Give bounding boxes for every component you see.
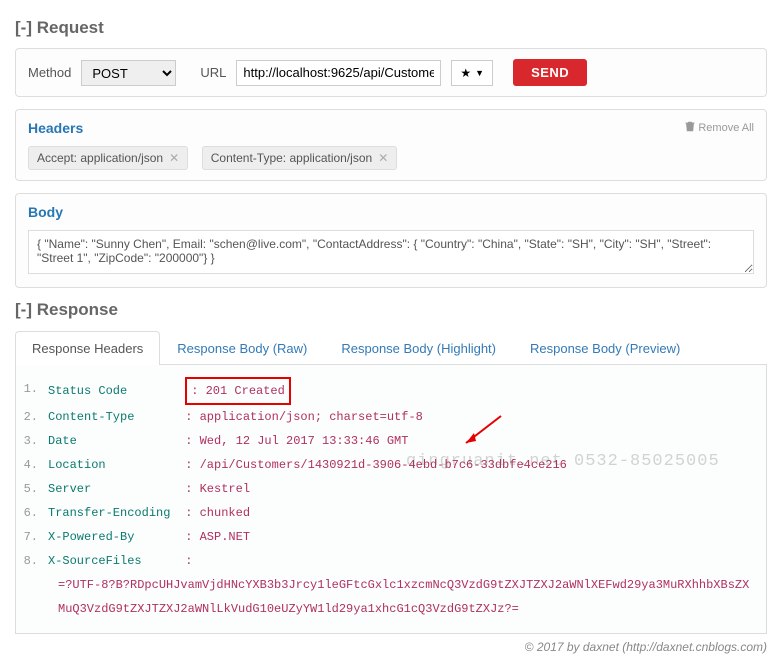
url-input[interactable]	[236, 60, 441, 86]
copyright-text: © 2017 by daxnet (http://daxnet.cnblogs.…	[15, 640, 767, 654]
send-button[interactable]: SEND	[513, 59, 587, 86]
body-panel: Body { "Name": "Sunny Chen", Email: "sch…	[15, 193, 767, 288]
response-collapse-toggle[interactable]: [-]	[15, 300, 32, 319]
tab-response-body-highlight[interactable]: Response Body (Highlight)	[324, 331, 513, 365]
headers-panel: Headers Remove All Accept: application/j…	[15, 109, 767, 181]
method-select[interactable]: POST	[81, 60, 176, 86]
response-section-title: [-] Response	[15, 300, 767, 320]
response-tabs: Response Headers Response Body (Raw) Res…	[15, 330, 767, 365]
body-textarea[interactable]: { "Name": "Sunny Chen", Email: "schen@li…	[28, 230, 754, 274]
headers-title: Headers	[28, 120, 83, 136]
method-label: Method	[28, 65, 71, 80]
response-header-line: 7.X-Powered-By : ASP.NET	[22, 525, 756, 549]
chevron-down-icon: ▼	[475, 68, 484, 78]
header-tag: Accept: application/json✕	[28, 146, 188, 170]
response-header-line: 1.Status Code : 201 Created	[22, 377, 756, 405]
response-header-line: 3.Date : Wed, 12 Jul 2017 13:33:46 GMT	[22, 429, 756, 453]
tab-response-body-preview[interactable]: Response Body (Preview)	[513, 331, 697, 365]
request-section-title: [-] Request	[15, 18, 767, 38]
response-header-line: 2.Content-Type : application/json; chars…	[22, 405, 756, 429]
tab-response-body-raw[interactable]: Response Body (Raw)	[160, 331, 324, 365]
request-collapse-toggle[interactable]: [-]	[15, 18, 32, 37]
close-icon[interactable]: ✕	[378, 151, 388, 165]
request-panel: Method POST URL ★ ▼ SEND	[15, 48, 767, 97]
header-value-continuation: =?UTF-8?B?RDpcUHJvamVjdHNcYXB3b3Jrcy1leG…	[22, 573, 756, 621]
star-icon: ★	[460, 66, 471, 80]
response-header-line: 8.X-SourceFiles :	[22, 549, 756, 573]
body-title: Body	[28, 204, 63, 220]
response-headers-content: 1.Status Code : 201 Created2.Content-Typ…	[15, 365, 767, 634]
remove-all-button[interactable]: Remove All	[685, 121, 754, 135]
response-header-line: 6.Transfer-Encoding : chunked	[22, 501, 756, 525]
trash-icon	[685, 121, 695, 135]
favorite-button[interactable]: ★ ▼	[451, 60, 493, 86]
header-tag: Content-Type: application/json✕	[202, 146, 398, 170]
response-header-line: 4.Location : /api/Customers/1430921d-390…	[22, 453, 756, 477]
close-icon[interactable]: ✕	[169, 151, 179, 165]
url-label: URL	[200, 65, 226, 80]
response-header-line: 5.Server : Kestrel	[22, 477, 756, 501]
tab-response-headers[interactable]: Response Headers	[15, 331, 160, 365]
